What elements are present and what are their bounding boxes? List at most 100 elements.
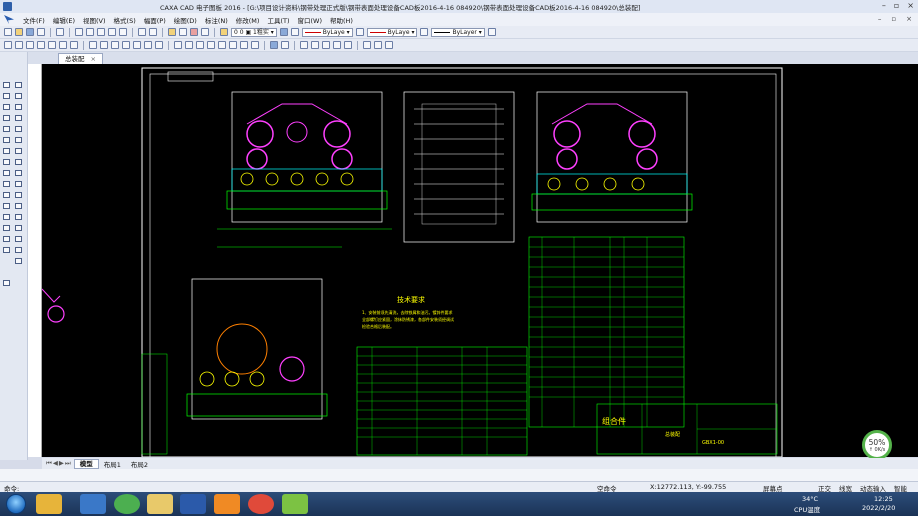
zoom-window-icon[interactable]: [300, 41, 308, 49]
menu-window[interactable]: 窗口(W): [293, 15, 326, 25]
explode-icon[interactable]: [3, 170, 10, 176]
app-caxa-icon[interactable]: [80, 494, 106, 514]
parallel-line-icon[interactable]: [3, 93, 10, 99]
performance-badge[interactable]: 50% ↑ 0K/s: [862, 430, 892, 460]
zoom-in-icon[interactable]: [322, 41, 330, 49]
circle-icon[interactable]: [3, 104, 10, 110]
weld-symbol-icon[interactable]: [144, 41, 152, 49]
properties-icon[interactable]: [201, 28, 209, 36]
save-as-icon[interactable]: [37, 28, 45, 36]
menu-help[interactable]: 帮助(H): [326, 15, 357, 25]
break-icon[interactable]: [3, 159, 10, 165]
maximize-button[interactable]: ▫: [894, 1, 899, 10]
clear-icon[interactable]: [119, 28, 127, 36]
ellipse-icon[interactable]: [3, 115, 10, 121]
scale-object-icon[interactable]: [3, 203, 10, 209]
point-icon[interactable]: [15, 93, 22, 99]
array-object-icon[interactable]: [15, 192, 22, 198]
polygon-icon[interactable]: [3, 126, 10, 132]
extend-icon[interactable]: [185, 41, 193, 49]
minimize-button[interactable]: –: [882, 1, 886, 10]
zoom-all-icon[interactable]: [311, 41, 319, 49]
construction-line-icon[interactable]: [15, 82, 22, 88]
trim-icon[interactable]: [174, 41, 182, 49]
menu-draw[interactable]: 绘图(D): [170, 15, 201, 25]
layer-manager-icon[interactable]: [190, 28, 198, 36]
tolerance-icon[interactable]: [155, 41, 163, 49]
stretch-icon[interactable]: [15, 159, 22, 165]
block-tool-icon[interactable]: [59, 41, 67, 49]
layer-state-icon[interactable]: [220, 28, 228, 36]
grid-icon[interactable]: [385, 41, 393, 49]
menu-edit[interactable]: 编辑(E): [49, 15, 79, 25]
menu-sheet[interactable]: 幅面(P): [140, 15, 170, 25]
centerline-icon[interactable]: [15, 137, 22, 143]
fillet-icon[interactable]: [251, 41, 259, 49]
table-insert-icon[interactable]: [15, 247, 22, 253]
color-select[interactable]: ByLaye ▾: [301, 27, 353, 37]
app-explorer-icon[interactable]: [147, 494, 173, 514]
tab-assembly[interactable]: 总装配 ×: [58, 53, 103, 64]
view-3d-icon[interactable]: [3, 280, 10, 286]
delete-icon[interactable]: [15, 170, 22, 176]
move-icon[interactable]: [196, 41, 204, 49]
line-tool-icon[interactable]: [4, 41, 12, 49]
text-tool-icon[interactable]: [48, 41, 56, 49]
rectangle-tool-icon[interactable]: [26, 41, 34, 49]
table-tool-icon[interactable]: [37, 41, 45, 49]
open-file-icon[interactable]: [15, 28, 23, 36]
block-insert-icon[interactable]: [3, 236, 10, 242]
mirror-object-icon[interactable]: [3, 192, 10, 198]
app-word-icon[interactable]: [180, 494, 206, 514]
clock-date[interactable]: 2022/2/20: [862, 504, 895, 512]
copy-object-icon[interactable]: [3, 181, 10, 187]
tab-layout-1[interactable]: 布局1: [99, 459, 126, 469]
start-button[interactable]: [6, 494, 26, 514]
more-icon[interactable]: [487, 28, 496, 36]
menu-dimension[interactable]: 标注(N): [201, 15, 232, 25]
scale-icon[interactable]: [229, 41, 237, 49]
mirror-icon[interactable]: [218, 41, 226, 49]
app-wps-icon[interactable]: [214, 494, 240, 514]
tab-model[interactable]: 模型: [73, 458, 99, 469]
save-icon[interactable]: [26, 28, 34, 36]
layer-tool-icon[interactable]: [279, 28, 288, 36]
lineweight-select[interactable]: ByLayer ▾: [431, 27, 485, 37]
menu-tools[interactable]: 工具(T): [263, 15, 293, 25]
snap-icon[interactable]: [363, 41, 371, 49]
app-browser-icon[interactable]: [114, 494, 140, 514]
spline-icon[interactable]: [15, 115, 22, 121]
app-chrome-icon[interactable]: [248, 494, 274, 514]
menu-view[interactable]: 视图(V): [79, 15, 110, 25]
hatch-icon[interactable]: [15, 126, 22, 132]
polyline-tool-icon[interactable]: [15, 41, 23, 49]
ortho-icon[interactable]: [374, 41, 382, 49]
folder-icon[interactable]: [168, 28, 176, 36]
tab-layout-2[interactable]: 布局2: [126, 459, 153, 469]
rectangle-icon[interactable]: [3, 137, 10, 143]
menu-modify[interactable]: 修改(M): [232, 15, 264, 25]
print-icon[interactable]: [56, 28, 64, 36]
library-icon[interactable]: [179, 28, 187, 36]
new-file-icon[interactable]: [4, 28, 12, 36]
color-wheel-icon[interactable]: [355, 28, 364, 36]
doc-minimize-button[interactable]: –: [878, 15, 882, 23]
rotate-object-icon[interactable]: [15, 181, 22, 187]
layout-nav-arrows[interactable]: ⏮◀▶⏭: [44, 459, 74, 468]
layer-palette-icon[interactable]: [15, 258, 22, 264]
fillet-object-icon[interactable]: [15, 203, 22, 209]
close-button[interactable]: ×: [907, 1, 914, 10]
chamfer-icon[interactable]: [15, 148, 22, 154]
line-icon[interactable]: [3, 82, 10, 88]
cut-icon[interactable]: [75, 28, 83, 36]
linetype-select[interactable]: ByLaye ▾: [366, 27, 418, 37]
arc-icon[interactable]: [15, 104, 22, 110]
clock-time[interactable]: 12:25: [874, 495, 893, 503]
pan-icon[interactable]: [344, 41, 352, 49]
query-icon[interactable]: [270, 41, 278, 49]
copy-icon[interactable]: [86, 28, 94, 36]
paste-icon[interactable]: [97, 28, 105, 36]
match-properties-icon[interactable]: [108, 28, 116, 36]
rotate-icon[interactable]: [207, 41, 215, 49]
linetype-tool-icon[interactable]: [290, 28, 299, 36]
